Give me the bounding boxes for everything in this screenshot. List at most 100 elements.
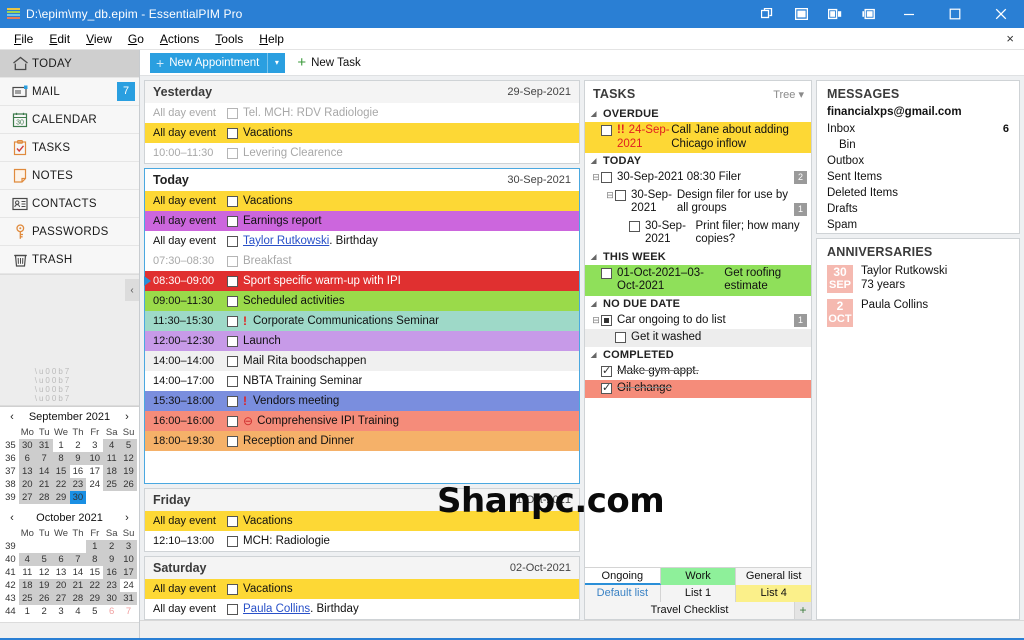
calendar-day[interactable]: 22 [52, 478, 70, 491]
mail-folder-row[interactable]: Inbox 6 [817, 121, 1019, 137]
appointment-checkbox[interactable] [227, 195, 238, 207]
calendar-day[interactable]: 27 [52, 592, 70, 605]
calendar-day[interactable]: 21 [35, 478, 53, 491]
appointment-checkbox[interactable] [227, 583, 238, 595]
task-checkbox[interactable] [601, 364, 612, 377]
calendar-day[interactable]: 31 [120, 592, 137, 605]
calendar-day[interactable]: 7 [35, 452, 53, 465]
calendar-day[interactable]: 13 [53, 566, 70, 579]
mail-folder-row[interactable]: Drafts [817, 201, 1019, 217]
calendar-day[interactable]: 9 [103, 553, 121, 566]
calendar-day[interactable]: 18 [103, 465, 121, 478]
calendar-day[interactable]: 3 [86, 439, 103, 452]
appointment-checkbox[interactable] [227, 515, 238, 527]
calendar-day[interactable]: 8 [86, 553, 104, 566]
calendar-day[interactable]: 7 [69, 553, 87, 566]
task-list-tab-default-list[interactable]: Default list [585, 585, 661, 602]
menu-tools[interactable]: Tools [207, 28, 251, 50]
task-row[interactable]: ⊟ Car ongoing to do list 1 [585, 312, 811, 330]
task-group-header[interactable]: ◢ NO DUE DATE [585, 296, 811, 312]
appointment-row[interactable]: 14:00–14:00 Mail Rita boodschappen [145, 351, 579, 371]
task-expander-icon[interactable]: ⊟ [591, 314, 601, 327]
task-group-header[interactable]: ◢ THIS WEEK [585, 249, 811, 265]
task-list-tab-work[interactable]: Work [660, 568, 737, 585]
task-row[interactable]: 01-Oct-2021–03-Oct-2021 Get roofing estim… [585, 264, 811, 296]
calendar-day[interactable]: 5 [120, 439, 137, 452]
task-list-tab-general-list[interactable]: General list [736, 568, 812, 585]
anniversary-row[interactable]: 30 SEP Taylor Rutkowski 73 years [817, 263, 1019, 297]
task-expander-icon[interactable]: ⊟ [605, 189, 615, 202]
task-group-header[interactable]: ◢ OVERDUE [585, 106, 811, 122]
task-list-tab-list-4[interactable]: List 4 [736, 585, 812, 602]
calendar-day[interactable]: 1 [86, 540, 104, 553]
appointment-row[interactable]: 12:10–13:00 MCH: Radiologie [145, 531, 579, 551]
calendar-day[interactable]: 26 [120, 478, 137, 491]
new-appointment-button[interactable]: + New Appointment ▾ [150, 52, 286, 73]
calendar-day[interactable]: 1 [53, 439, 70, 452]
calendar-day[interactable]: 2 [36, 605, 53, 618]
calendar-day[interactable]: 2 [103, 540, 121, 553]
task-checkbox[interactable] [615, 332, 626, 343]
mail-folder-row[interactable]: Deleted Items [817, 185, 1019, 201]
appointment-row[interactable]: All day event Vacations [145, 123, 579, 143]
appointment-row[interactable]: 11:30–15:30! Corporate Communications Sem… [145, 311, 579, 331]
calendar-day[interactable]: 13 [18, 465, 36, 478]
calendar-day[interactable]: 31 [35, 439, 53, 452]
calendar-day[interactable]: 6 [18, 452, 36, 465]
calendar-day[interactable]: 11 [19, 566, 36, 579]
appointment-checkbox[interactable] [227, 107, 238, 119]
appointment-row[interactable]: All day event Taylor Rutkowski. Birthday [145, 231, 579, 251]
sidebar-item-mail[interactable]: MAIL 7 [0, 78, 139, 106]
appointment-row[interactable]: 07:30–08:30 Breakfast [145, 251, 579, 271]
calendar-day[interactable]: 3 [120, 540, 137, 553]
calendar-day[interactable]: 21 [69, 579, 87, 592]
appointment-checkbox[interactable] [227, 147, 238, 159]
calendar-day[interactable]: 17 [86, 465, 103, 478]
month-grid[interactable]: Mo Tu We Th Fr Sa Su 35 30 31 1 2 3 4 5 36 6 7 8 9 10… [2, 426, 137, 504]
task-expander-icon[interactable]: ⊟ [591, 171, 601, 184]
calendar-day[interactable]: 24 [86, 478, 103, 491]
appointment-checkbox[interactable] [227, 315, 238, 327]
appointment-row[interactable]: 16:00–16:00 ⊖ Comprehensive IPI Training [145, 411, 579, 431]
prev-month-button[interactable]: ‹ [6, 512, 18, 524]
appointment-row[interactable]: 12:00–12:30 Launch [145, 331, 579, 351]
mail-folder-row[interactable]: Bin [817, 137, 1019, 153]
add-list-button[interactable]: + [794, 602, 811, 619]
next-month-button[interactable]: › [121, 411, 133, 423]
task-group-header[interactable]: ◢ TODAY [585, 153, 811, 169]
task-row[interactable]: !! 24-Sep-2021 Call Jane about adding Chic… [585, 122, 811, 153]
task-row[interactable]: 30-Sep-2021 Print filer; how many copies? [585, 218, 811, 249]
appointment-checkbox[interactable] [227, 375, 238, 387]
calendar-day-today[interactable]: 30 [69, 491, 87, 504]
calendar-day[interactable]: 4 [103, 439, 121, 452]
calendar-day[interactable]: 10 [86, 452, 104, 465]
calendar-day[interactable]: 15 [86, 566, 103, 579]
calendar-day[interactable]: 30 [103, 592, 121, 605]
calendar-day[interactable]: 1 [19, 605, 36, 618]
task-checkbox[interactable] [601, 172, 612, 183]
calendar-day[interactable]: 24 [120, 579, 137, 592]
calendar-day[interactable]: 26 [35, 592, 53, 605]
prev-month-button[interactable]: ‹ [6, 411, 18, 423]
sidebar-item-calendar[interactable]: 30 CALENDAR [0, 106, 139, 134]
appointment-checkbox[interactable] [227, 255, 238, 267]
menu-help[interactable]: Help [251, 28, 292, 50]
side-pane-layout-icon[interactable] [852, 0, 886, 28]
appointment-checkbox[interactable] [227, 415, 238, 427]
task-list-tab-ongoing[interactable]: Ongoing [585, 568, 661, 585]
task-checkbox[interactable] [601, 125, 612, 136]
calendar-day[interactable]: 12 [120, 452, 137, 465]
appointment-row[interactable]: 10:00–11:30 Levering Clearence [145, 143, 579, 163]
calendar-day[interactable]: 3 [53, 605, 70, 618]
task-row[interactable]: ⊟ 30-Sep-2021 08:30 Filer 2 [585, 169, 811, 187]
calendar-day[interactable]: 19 [120, 465, 137, 478]
task-checkbox[interactable] [601, 314, 612, 326]
appointment-row[interactable]: 15:30–18:00! Vendors meeting [145, 391, 579, 411]
task-checkbox[interactable] [601, 381, 612, 394]
calendar-day[interactable]: 12 [36, 566, 53, 579]
calendar-day[interactable]: 6 [103, 605, 120, 618]
calendar-day[interactable]: 16 [70, 465, 87, 478]
calendar-day[interactable]: 27 [18, 491, 36, 504]
sidebar-item-tasks[interactable]: TASKS [0, 134, 139, 162]
calendar-day[interactable]: 10 [120, 553, 137, 566]
